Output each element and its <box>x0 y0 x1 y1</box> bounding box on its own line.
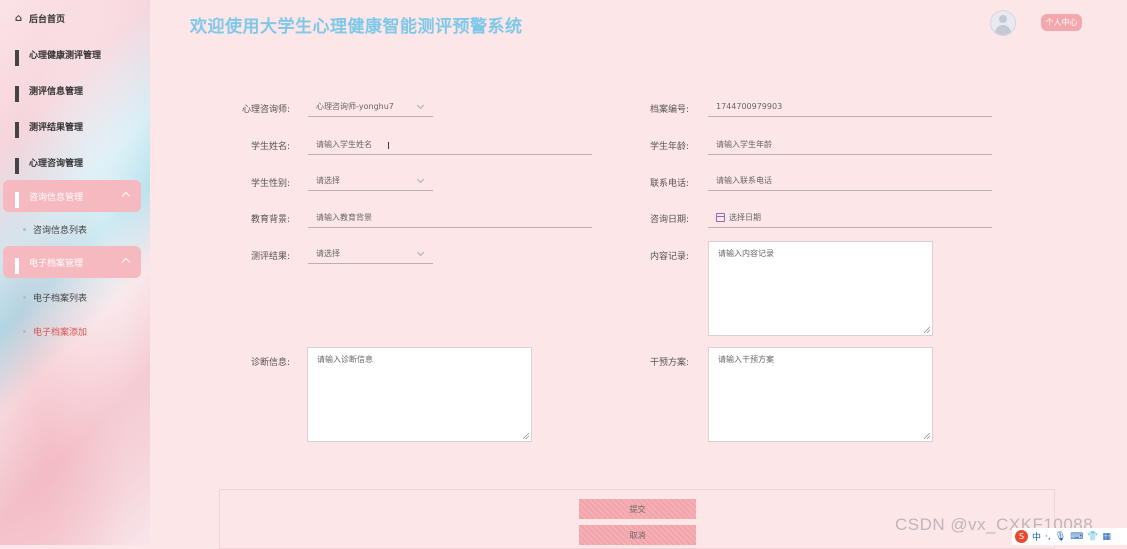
sidebar-item-label: 心理健康测评管理 <box>29 50 102 61</box>
sidebar-item-eval-info[interactable]: 测评信息管理 <box>0 72 150 108</box>
avatar[interactable] <box>990 10 1016 36</box>
consult-date-picker[interactable]: 选择日期 <box>708 208 992 228</box>
sidebar-menu: ⌂ 后台首页 心理健康测评管理 测评信息管理 测评结果管理 心理咨询管理 咨询信… <box>0 0 150 348</box>
student-gender-placeholder: 请选择 <box>316 176 340 185</box>
eval-result-placeholder: 请选择 <box>316 249 340 258</box>
sidebar-subitem-label: 电子档案添加 <box>33 327 88 338</box>
sidebar-subitem-label: 电子档案列表 <box>33 293 88 304</box>
eval-result-label: 测评结果: <box>250 252 290 262</box>
calendar-icon <box>716 213 725 222</box>
content-record-label: 内容记录: <box>649 252 689 262</box>
sidebar-item-label: 测评结果管理 <box>29 122 84 133</box>
archive-no-input[interactable]: 1744700979903 <box>708 97 992 117</box>
sidebar-item-label: 测评信息管理 <box>29 86 84 97</box>
sidebar-item-label: 电子档案管理 <box>29 258 84 269</box>
diagnosis-label: 诊断信息: <box>250 358 290 368</box>
sidebar-item-eval-result[interactable]: 测评结果管理 <box>0 108 150 144</box>
sidebar-item-consult-info[interactable]: 咨询信息管理 <box>3 180 141 212</box>
grid-menu-icon[interactable]: ▦ <box>1102 532 1111 542</box>
cancel-button[interactable]: 取消 <box>579 525 696 545</box>
diagnosis-placeholder: 请输入诊断信息 <box>317 355 373 364</box>
counselor-value: 心理咨询师-yonghu7 <box>316 102 394 111</box>
intervention-label: 干预方案: <box>649 358 689 368</box>
consult-date-label: 咨询日期: <box>649 215 689 225</box>
grid-icon <box>15 121 24 138</box>
counselor-select[interactable]: 心理咨询师-yonghu7 <box>308 97 433 117</box>
text-cursor-icon: I <box>387 141 390 152</box>
sidebar-subitem-consult-list[interactable]: 咨询信息列表 <box>0 212 150 246</box>
student-age-input[interactable]: 请输入学生年龄 <box>708 135 992 155</box>
grid-icon <box>15 85 24 102</box>
eval-result-select[interactable]: 请选择 <box>308 244 433 264</box>
student-gender-select[interactable]: 请选择 <box>308 171 433 191</box>
chevron-up-icon <box>121 191 131 201</box>
intervention-textarea[interactable]: 请输入干预方案 <box>708 347 933 442</box>
grid-icon <box>15 49 24 66</box>
content-record-textarea[interactable]: 请输入内容记录 <box>708 241 933 336</box>
sidebar: ⌂ 后台首页 心理健康测评管理 测评信息管理 测评结果管理 心理咨询管理 咨询信… <box>0 0 150 545</box>
sidebar-subitem-archive-add[interactable]: 电子档案添加 <box>0 314 150 348</box>
consult-date-placeholder: 选择日期 <box>729 213 761 222</box>
resize-handle-icon[interactable] <box>523 433 529 439</box>
ime-logo-icon[interactable]: S <box>1015 530 1028 543</box>
education-label: 教育背景: <box>250 215 290 225</box>
education-placeholder: 请输入教育背景 <box>316 213 372 222</box>
sidebar-item-home[interactable]: ⌂ 后台首页 <box>0 0 150 36</box>
ime-mode[interactable]: 中 <box>1032 530 1041 543</box>
student-name-input[interactable]: 请输入学生姓名 <box>308 135 592 155</box>
education-input[interactable]: 请输入教育背景 <box>308 208 592 228</box>
student-age-placeholder: 请输入学生年龄 <box>716 140 772 149</box>
sidebar-item-label: 咨询信息管理 <box>29 192 84 203</box>
student-gender-label: 学生性别: <box>250 179 290 189</box>
sidebar-item-label: 心理咨询管理 <box>29 158 84 169</box>
page-title: 欢迎使用大学生心理健康智能测评预警系统 <box>190 17 523 37</box>
grid-icon <box>15 257 24 274</box>
archive-no-label: 档案编号: <box>649 105 689 115</box>
chevron-up-icon <box>121 257 131 267</box>
shirt-icon[interactable]: 👕 <box>1087 532 1098 542</box>
sidebar-subitem-archive-list[interactable]: 电子档案列表 <box>0 280 150 314</box>
student-age-label: 学生年龄: <box>649 142 689 152</box>
content-record-placeholder: 请输入内容记录 <box>718 249 774 258</box>
punctuation-icon[interactable]: ·, <box>1045 532 1051 542</box>
phone-label: 联系电话: <box>649 179 689 189</box>
sidebar-item-label: 后台首页 <box>29 14 66 25</box>
diagnosis-textarea[interactable]: 请输入诊断信息 <box>307 347 532 442</box>
chevron-down-icon <box>416 101 425 110</box>
student-name-label: 学生姓名: <box>250 142 290 152</box>
grid-icon <box>15 191 24 208</box>
ime-toolbar: S 中 ·, 🎙 ⌨ 👕 ▦ <box>1012 528 1127 545</box>
archive-no-value: 1744700979903 <box>716 102 783 111</box>
intervention-placeholder: 请输入干预方案 <box>718 355 774 364</box>
resize-handle-icon[interactable] <box>924 433 930 439</box>
sidebar-subitem-label: 咨询信息列表 <box>33 225 88 236</box>
sidebar-item-consult[interactable]: 心理咨询管理 <box>0 144 150 180</box>
sidebar-item-assessment[interactable]: 心理健康测评管理 <box>0 36 150 72</box>
chevron-down-icon <box>416 175 425 184</box>
phone-input[interactable]: 请输入联系电话 <box>708 171 992 191</box>
sidebar-item-archive[interactable]: 电子档案管理 <box>3 246 141 278</box>
keyboard-icon[interactable]: ⌨ <box>1070 532 1083 542</box>
microphone-icon[interactable]: 🎙 <box>1055 532 1066 542</box>
student-name-placeholder: 请输入学生姓名 <box>316 140 372 149</box>
home-icon: ⌂ <box>15 12 23 24</box>
counselor-label: 心理咨询师: <box>241 105 290 115</box>
submit-button[interactable]: 提交 <box>579 499 696 519</box>
resize-handle-icon[interactable] <box>924 327 930 333</box>
phone-placeholder: 请输入联系电话 <box>716 176 772 185</box>
user-center-button[interactable]: 个人中心 <box>1041 14 1082 31</box>
chevron-down-icon <box>416 248 425 257</box>
grid-icon <box>15 157 24 174</box>
